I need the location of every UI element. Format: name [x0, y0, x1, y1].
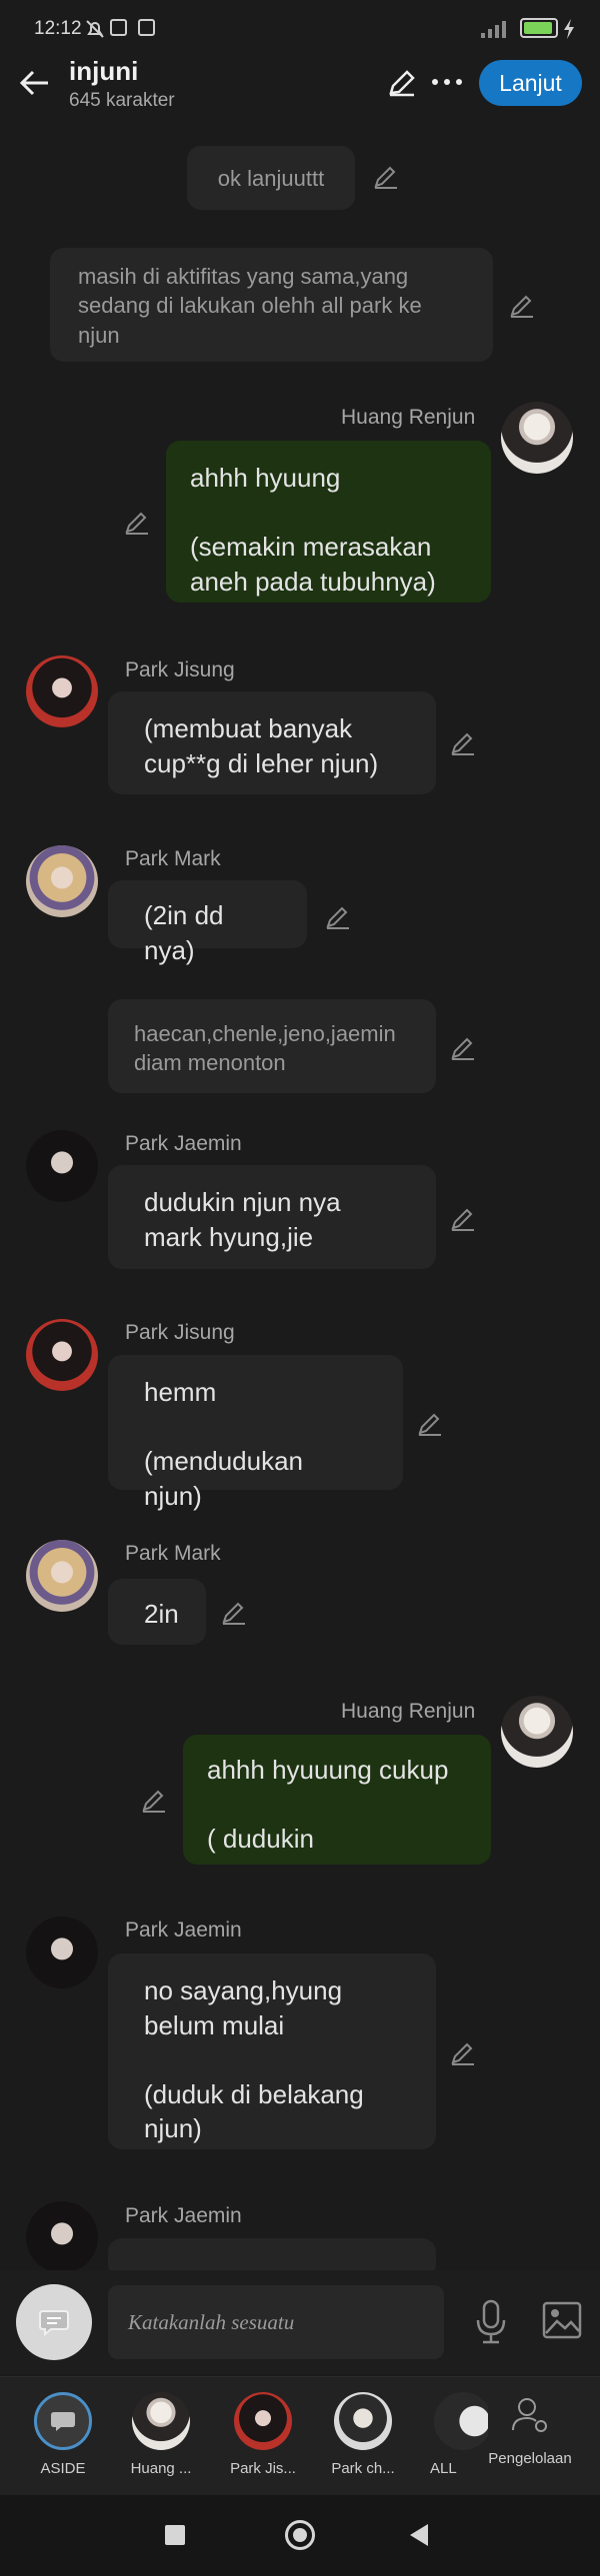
- tab-aside[interactable]: ASIDE: [18, 2392, 108, 2477]
- avatar[interactable]: [26, 655, 98, 727]
- user-message: ahhh hyuung (semakin merasakan aneh pada…: [166, 441, 491, 603]
- avatar[interactable]: [26, 1540, 98, 1612]
- tab-park-jisung[interactable]: Park Jis...: [218, 2392, 308, 2477]
- edit-message-icon[interactable]: [372, 162, 400, 190]
- chat-title: injuni: [69, 56, 139, 86]
- avatar[interactable]: [501, 1696, 573, 1768]
- avatar: [234, 2392, 292, 2450]
- tab-pengelolaan[interactable]: Pengelolaan: [480, 2392, 580, 2467]
- chat-bubble-icon: [51, 2412, 75, 2431]
- tab-label: ALL: [430, 2460, 457, 2477]
- sender-name: Huang Renjun: [341, 406, 476, 429]
- chat-bubble-icon: [39, 2310, 69, 2337]
- app-notification-icon: [110, 19, 127, 36]
- edit-message-icon[interactable]: [508, 291, 536, 319]
- character-message: dudukin njun nya mark hyung,jie: [108, 1165, 436, 1269]
- character-message: (membuat banyak cup**g di leher njun): [108, 691, 436, 794]
- edit-message-icon[interactable]: [449, 728, 477, 756]
- avatar[interactable]: [26, 1917, 98, 1988]
- charging-icon: [564, 19, 574, 39]
- sender-name: Park Jaemin: [125, 2204, 242, 2227]
- edit-message-icon[interactable]: [220, 1598, 248, 1626]
- sender-name: Huang Renjun: [341, 1700, 476, 1723]
- character-message: (2in dd nya): [108, 880, 307, 965]
- aside-tab-icon: [34, 2392, 92, 2450]
- aside-toggle-button[interactable]: [16, 2284, 92, 2360]
- recent-apps-icon[interactable]: [165, 2525, 185, 2545]
- avatar: [334, 2392, 392, 2450]
- tab-label: Huang ...: [130, 2460, 192, 2477]
- signal-icon: [481, 21, 506, 38]
- home-icon[interactable]: [285, 2520, 315, 2550]
- tab-label: ASIDE: [40, 2460, 86, 2477]
- character-message: hemm (mendudukan njun): [108, 1355, 403, 1511]
- edit-message-icon[interactable]: [324, 902, 352, 930]
- narration-message: masih di aktifitas yang sama,yang sedang…: [50, 248, 493, 362]
- image-icon[interactable]: [542, 2301, 582, 2339]
- tab-huang-renjun[interactable]: Huang ...: [116, 2392, 206, 2477]
- avatar[interactable]: [501, 402, 573, 474]
- avatar[interactable]: [26, 845, 98, 917]
- back-triangle-icon[interactable]: [406, 2522, 432, 2548]
- edit-message-icon[interactable]: [123, 508, 151, 536]
- character-message: no sayang,hyung belum mulai (duduk di be…: [108, 1953, 436, 2149]
- tab-label: Park ch...: [331, 2460, 395, 2477]
- message-input[interactable]: Katakanlah sesuatu: [108, 2285, 444, 2359]
- back-arrow-icon[interactable]: [18, 66, 52, 100]
- edit-message-icon[interactable]: [140, 1786, 168, 1814]
- next-button[interactable]: Lanjut: [479, 60, 582, 106]
- mute-bell-icon: [86, 20, 104, 38]
- sender-name: Park Mark: [125, 1542, 221, 1565]
- more-options-icon[interactable]: [430, 74, 464, 90]
- edit-pencil-icon[interactable]: [386, 67, 418, 99]
- avatar[interactable]: [26, 1130, 98, 1202]
- upload-icon: [138, 19, 155, 36]
- battery-icon: [520, 18, 558, 38]
- tab-park-chenle[interactable]: Park ch...: [318, 2392, 408, 2477]
- user-message: ahhh hyuuung cukup ( dudukin: [183, 1735, 491, 1865]
- status-time: 12:12: [34, 18, 82, 39]
- edit-message-icon[interactable]: [449, 1033, 477, 1061]
- character-message: 2in: [108, 1579, 206, 1645]
- sender-name: Park Jisung: [125, 1321, 235, 1344]
- status-bar: 12:12: [0, 0, 600, 58]
- avatar[interactable]: [26, 2201, 98, 2273]
- microphone-icon[interactable]: [473, 2298, 509, 2344]
- edit-message-icon[interactable]: [449, 2038, 477, 2066]
- narration-message: ok lanjuuttt: [187, 146, 355, 210]
- tab-all[interactable]: ALL: [398, 2392, 488, 2477]
- sender-name: Park Jaemin: [125, 1132, 242, 1155]
- tab-label: Pengelolaan: [488, 2450, 572, 2467]
- tab-label: Park Jis...: [230, 2460, 296, 2477]
- sender-name: Park Jisung: [125, 658, 235, 681]
- manage-user-icon: [512, 2398, 547, 2432]
- edit-message-icon[interactable]: [449, 1204, 477, 1232]
- sender-name: Park Mark: [125, 847, 221, 870]
- character-count: 645 karakter: [69, 90, 175, 111]
- edit-message-icon[interactable]: [416, 1409, 444, 1437]
- sender-name: Park Jaemin: [125, 1919, 242, 1941]
- avatar: [132, 2392, 190, 2450]
- narration-message: haecan,chenle,jeno,jaemin diam menonton: [108, 999, 436, 1093]
- avatar[interactable]: [26, 1319, 98, 1391]
